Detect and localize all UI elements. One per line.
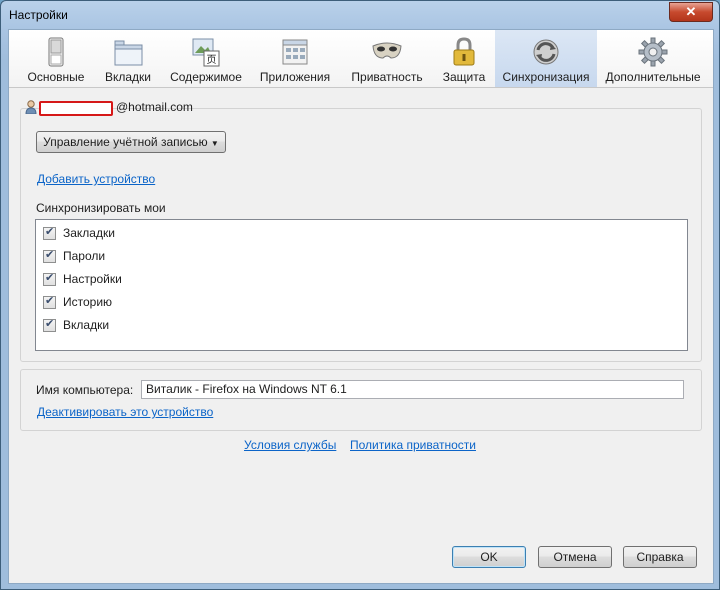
title-bar[interactable]: Настройки ✕ [1, 1, 719, 29]
add-device-link[interactable]: Добавить устройство [37, 172, 155, 186]
settings-window: Настройки ✕ Основные Вкладки 页 Содержимо… [0, 0, 720, 590]
privacy-policy-link[interactable]: Политика приватности [350, 438, 476, 452]
ok-button[interactable]: OK [452, 546, 526, 568]
tab-sync[interactable]: Синхронизация [495, 30, 597, 87]
svg-text:页: 页 [207, 54, 217, 66]
applications-icon [282, 39, 308, 65]
tab-label: Содержимое [170, 70, 242, 84]
sync-item-label: Историю [63, 295, 113, 309]
content-icon: 页 [192, 38, 220, 67]
privacy-mask-icon [372, 42, 402, 59]
dialog-content: Основные Вкладки 页 Содержимое Приложения… [8, 29, 714, 584]
tabs-window-icon [114, 40, 143, 66]
sync-heading: Синхронизировать мои [36, 201, 166, 215]
window-title: Настройки [9, 8, 68, 22]
checkbox[interactable] [43, 294, 56, 309]
sync-item-label: Закладки [63, 226, 115, 240]
manage-account-label: Управление учётной записью [43, 135, 208, 149]
device-group [20, 369, 702, 431]
tab-privacy[interactable]: Приватность [345, 30, 429, 87]
tab-tabs[interactable]: Вкладки [93, 30, 163, 87]
deactivate-device-link[interactable]: Деактивировать это устройство [37, 405, 213, 419]
tab-advanced[interactable]: Дополнительные [601, 30, 705, 87]
sync-item-label: Настройки [63, 272, 122, 286]
tab-label: Приложения [259, 70, 331, 84]
help-button[interactable]: Справка [623, 546, 697, 568]
checkbox[interactable] [43, 248, 56, 263]
security-lock-icon [453, 37, 475, 66]
checkbox[interactable] [43, 271, 56, 286]
computer-name-label: Имя компьютера: [36, 383, 134, 397]
tab-label: Защита [442, 70, 486, 84]
advanced-gear-icon [638, 37, 668, 67]
tab-general[interactable]: Основные [21, 30, 91, 87]
sync-icon [533, 39, 559, 65]
redacted-username [39, 101, 113, 116]
tab-label: Вкладки [104, 70, 152, 84]
checkbox[interactable] [43, 317, 56, 332]
close-button[interactable]: ✕ [669, 2, 713, 22]
manage-account-button[interactable]: Управление учётной записью ▼ [36, 131, 226, 153]
tab-applications[interactable]: Приложения [253, 30, 337, 87]
checkbox[interactable] [43, 225, 56, 240]
sync-item-label: Пароли [63, 249, 106, 263]
cancel-button[interactable]: Отмена [538, 546, 612, 568]
dropdown-arrow-icon: ▼ [210, 139, 219, 148]
sync-items-list: Закладки Пароли Настройки Историю Вкладк… [35, 219, 688, 351]
tab-label: Основные [27, 70, 85, 84]
tab-label: Приватность [351, 70, 423, 84]
terms-of-service-link[interactable]: Условия службы [244, 438, 336, 452]
account-email: @hotmail.com [116, 100, 193, 114]
computer-name-input[interactable]: Виталик - Firefox на Windows NT 6.1 [141, 380, 684, 399]
tab-security[interactable]: Защита [433, 30, 495, 87]
preferences-toolbar: Основные Вкладки 页 Содержимое Приложения… [9, 30, 713, 88]
general-switch-icon [48, 37, 64, 67]
user-icon [25, 100, 37, 114]
tab-label: Дополнительные [605, 70, 701, 84]
tab-content[interactable]: 页 Содержимое [165, 30, 247, 87]
tab-label: Синхронизация [502, 70, 590, 84]
sync-item-label: Вкладки [63, 318, 110, 332]
